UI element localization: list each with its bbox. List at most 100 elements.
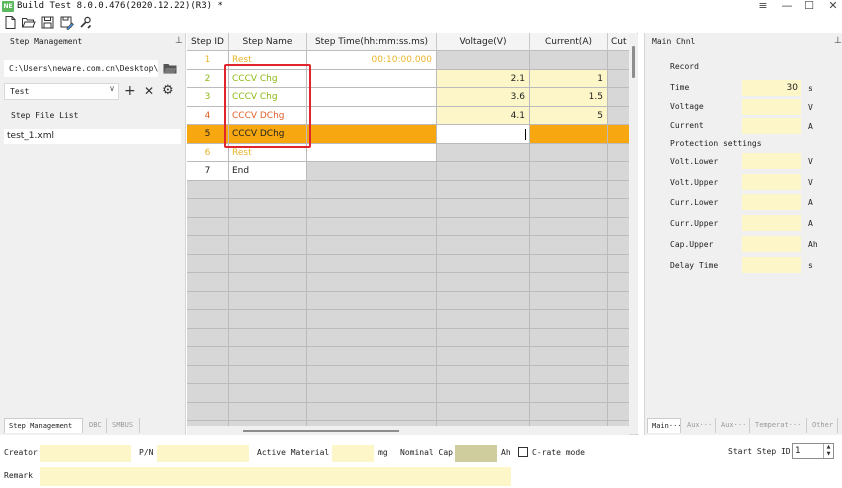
record-field-input[interactable]: 30 <box>742 80 801 96</box>
file-list-item[interactable]: test_1.xml <box>4 129 181 144</box>
cell-name[interactable]: CCCV Chg <box>229 69 307 88</box>
protection-field-input[interactable] <box>742 153 801 169</box>
cell-time[interactable]: 00:10:00.000 <box>307 51 437 70</box>
browse-folder-icon[interactable] <box>163 63 177 74</box>
table-row[interactable]: 2 CCCV Chg 2.1 1 <box>187 69 638 88</box>
table-row[interactable]: 3 CCCV Chg 3.6 1.5 <box>187 88 638 107</box>
table-row[interactable]: 4 CCCV DChg 4.1 5 <box>187 106 638 125</box>
panel-header: Step Management ⊥ <box>0 33 186 51</box>
cell-id[interactable]: 2 <box>187 69 229 88</box>
cell-time[interactable] <box>307 69 437 88</box>
vertical-scrollbar[interactable] <box>629 34 638 434</box>
table-row[interactable]: 5 CCCV DChg <box>187 125 638 144</box>
cell-id[interactable]: 4 <box>187 106 229 125</box>
cell-current[interactable] <box>530 51 608 70</box>
cell-current[interactable] <box>530 143 608 162</box>
tab-step-management[interactable]: Step Management <box>4 418 83 433</box>
col-step-time[interactable]: Step Time(hh:mm:ss.ms) <box>307 33 437 51</box>
record-field-input[interactable] <box>742 118 801 134</box>
col-step-name[interactable]: Step Name <box>229 33 307 51</box>
protection-field-input[interactable] <box>742 257 801 273</box>
spinner-arrows-icon[interactable]: ▲ ▼ <box>823 444 833 458</box>
pin-icon[interactable]: ⊥ <box>175 36 183 46</box>
protection-field-input[interactable] <box>742 174 801 190</box>
cell-id[interactable]: 6 <box>187 143 229 162</box>
tab-main[interactable]: Main··· <box>647 418 682 433</box>
maximize-button[interactable]: ☐ <box>798 0 820 12</box>
col-current[interactable]: Current(A) <box>530 33 608 51</box>
col-voltage[interactable]: Voltage(V) <box>437 33 530 51</box>
empty-cell <box>530 273 608 292</box>
cell-current[interactable] <box>530 125 608 144</box>
cell-time[interactable] <box>307 88 437 107</box>
cell-id[interactable]: 7 <box>187 162 229 181</box>
tab-aux-2[interactable]: Aux··· <box>717 418 750 433</box>
cell-voltage[interactable] <box>437 51 530 70</box>
step-management-panel: Step Management ⊥ C:\Users\neware.com.cn… <box>0 33 186 435</box>
right-pin-icon[interactable]: ⊥ <box>834 36 842 46</box>
cell-name[interactable]: CCCV DChg <box>229 125 307 144</box>
cell-name[interactable]: CCCV Chg <box>229 88 307 107</box>
creator-field[interactable] <box>40 445 131 462</box>
add-icon[interactable]: + <box>124 83 136 99</box>
cell-current[interactable]: 5 <box>530 106 608 125</box>
cell-voltage[interactable] <box>437 125 530 144</box>
close-button[interactable]: ✕ <box>822 0 842 12</box>
tab-smbus[interactable]: SMBUS <box>108 418 140 433</box>
cell-voltage[interactable]: 2.1 <box>437 69 530 88</box>
cell-name[interactable]: Rest <box>229 51 307 70</box>
table-row[interactable]: 1 Rest 00:10:00.000 <box>187 51 638 70</box>
empty-cell <box>229 236 307 255</box>
empty-cell <box>530 384 608 403</box>
table-row[interactable]: 6 Rest <box>187 143 638 162</box>
path-field[interactable]: C:\Users\neware.com.cn\Desktop\ <box>4 60 158 77</box>
cell-time[interactable] <box>307 125 437 144</box>
remark-field[interactable] <box>40 467 511 486</box>
remove-icon[interactable]: ✕ <box>144 83 154 99</box>
cell-voltage[interactable]: 4.1 <box>437 106 530 125</box>
cell-id[interactable]: 3 <box>187 88 229 107</box>
tab-other[interactable]: Other <box>808 418 838 433</box>
cell-voltage[interactable] <box>437 162 530 181</box>
open-folder-icon[interactable] <box>21 15 36 30</box>
pn-field[interactable] <box>157 445 249 462</box>
cell-id[interactable]: 5 <box>187 125 229 144</box>
nominal-cap-field[interactable] <box>455 445 497 462</box>
cell-name[interactable]: Rest <box>229 143 307 162</box>
start-step-spinner[interactable]: 1 ▲ ▼ <box>792 443 834 459</box>
cell-current[interactable]: 1 <box>530 69 608 88</box>
menu-icon[interactable]: ≡ <box>752 0 774 12</box>
protection-field-input[interactable] <box>742 236 801 252</box>
col-step-id[interactable]: Step ID <box>187 33 229 51</box>
unit-label: V <box>808 157 813 166</box>
active-material-field[interactable] <box>332 445 374 462</box>
tools-icon[interactable] <box>78 15 93 30</box>
horizontal-scrollbar[interactable] <box>187 426 629 435</box>
scroll-thumb-horizontal[interactable] <box>243 430 399 432</box>
crate-checkbox[interactable] <box>518 447 528 457</box>
tab-aux-1[interactable]: Aux··· <box>683 418 716 433</box>
cell-time[interactable] <box>307 106 437 125</box>
cell-name[interactable]: CCCV DChg <box>229 106 307 125</box>
cell-id[interactable]: 1 <box>187 51 229 70</box>
cell-time[interactable] <box>307 162 437 181</box>
scroll-thumb[interactable] <box>632 46 635 78</box>
cell-time[interactable] <box>307 143 437 162</box>
cell-current[interactable] <box>530 162 608 181</box>
gear-icon[interactable]: ⚙ <box>162 83 174 99</box>
protection-field-input[interactable] <box>742 194 801 210</box>
tab-temperature[interactable]: Temperat··· <box>751 418 807 433</box>
table-row[interactable]: 7 End <box>187 162 638 181</box>
save-as-icon[interactable] <box>59 15 74 30</box>
record-field-input[interactable] <box>742 99 801 115</box>
cell-voltage[interactable] <box>437 143 530 162</box>
new-file-icon[interactable] <box>3 15 18 30</box>
tab-dbc[interactable]: DBC <box>85 418 107 433</box>
cell-voltage[interactable]: 3.6 <box>437 88 530 107</box>
step-combo[interactable]: Test ∨ <box>4 83 119 100</box>
protection-field-input[interactable] <box>742 215 801 231</box>
cell-name[interactable]: End <box>229 162 307 181</box>
cell-current[interactable]: 1.5 <box>530 88 608 107</box>
save-icon[interactable] <box>40 15 55 30</box>
minimize-button[interactable]: — <box>776 0 798 12</box>
